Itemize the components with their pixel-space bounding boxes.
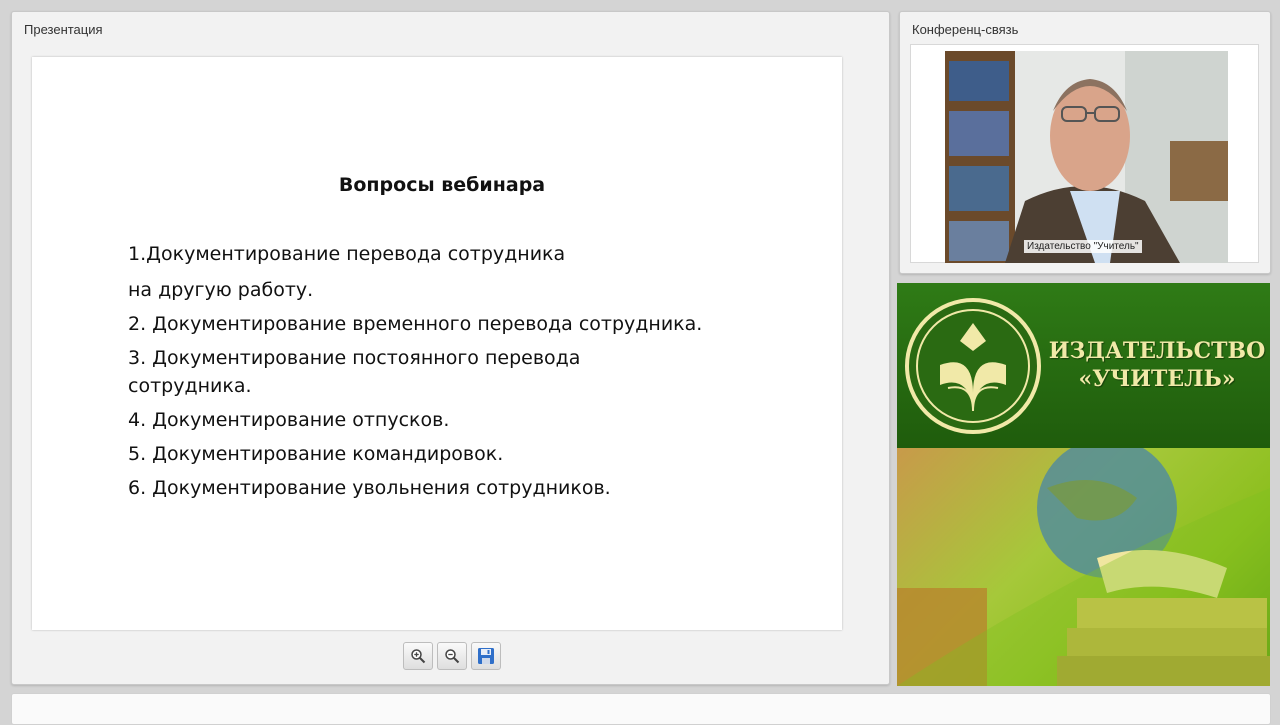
zoom-out-button[interactable] [437, 642, 467, 670]
presenter-video-image [945, 51, 1228, 263]
zoom-in-icon [411, 649, 426, 664]
brand-books-image [897, 438, 1270, 686]
slide-line: 6. Документирование увольнения сотрудник… [128, 477, 611, 499]
save-button[interactable] [471, 642, 501, 670]
brand-name-line2: «УЧИТЕЛЬ» [1078, 366, 1236, 392]
slide: Вопросы вебинара 1.Документирование пере… [32, 57, 842, 630]
brand-name: ИЗДАТЕЛЬСТВО «УЧИТЕЛЬ» [1047, 337, 1267, 393]
conference-panel: Конференц-связь Издательство "Учитель" [899, 11, 1271, 274]
video-caption: Издательство "Учитель" [1024, 240, 1142, 253]
slide-line: 1.Документирование перевода сотрудника [128, 243, 566, 265]
books-and-globe-illustration [897, 438, 1270, 686]
slide-line: на другую работу. [128, 279, 314, 301]
zoom-out-icon [445, 649, 460, 664]
slide-line: 4. Документирование отпусков. [128, 409, 450, 431]
slide-line: 5. Документирование командировок. [128, 443, 504, 465]
presentation-panel-title: Презентация [24, 22, 103, 37]
bottom-panel [11, 693, 1271, 725]
slide-line: 3. Документирование постоянного перевода [128, 347, 581, 369]
brand-header: ИЗДАТЕЛЬСТВО «УЧИТЕЛЬ» [897, 283, 1270, 448]
slide-line: 2. Документирование временного перевода … [128, 313, 703, 335]
brand-name-line1: ИЗДАТЕЛЬСТВО [1048, 338, 1266, 364]
slide-heading: Вопросы вебинара [338, 174, 546, 196]
publisher-logo-emblem [905, 298, 1041, 434]
zoom-in-button[interactable] [403, 642, 433, 670]
video-frame: Издательство "Учитель" [910, 44, 1259, 263]
webcam-video[interactable]: Издательство "Учитель" [945, 51, 1228, 263]
presentation-panel: Презентация Вопросы вебинара 1.Документи… [11, 11, 890, 685]
slide-toolbar [403, 642, 501, 670]
conference-panel-title: Конференц-связь [912, 22, 1019, 37]
floppy-disk-icon [478, 648, 494, 664]
slide-line: сотрудника. [128, 375, 252, 397]
brand-banner: ИЗДАТЕЛЬСТВО «УЧИТЕЛЬ» [897, 283, 1270, 686]
